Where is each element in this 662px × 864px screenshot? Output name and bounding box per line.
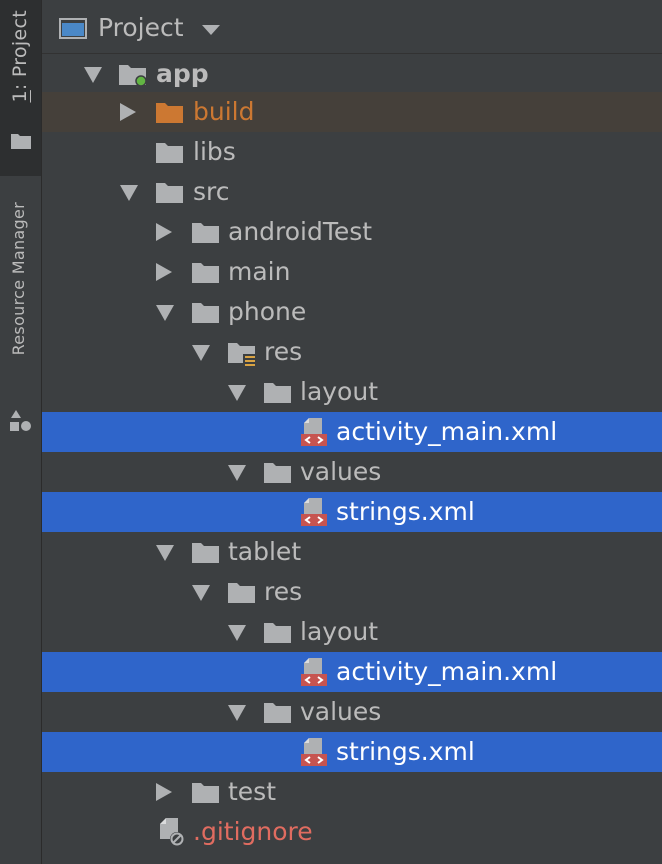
tree-row-phone-res[interactable]: res xyxy=(42,332,662,372)
tree-label-layout: layout xyxy=(300,617,379,646)
tree-row-app[interactable]: app xyxy=(42,54,662,94)
chevron-down-icon[interactable] xyxy=(202,25,220,35)
tree-label-main: main xyxy=(228,257,291,286)
tree-row-test[interactable]: test xyxy=(42,772,662,812)
collapse-arrow-icon[interactable] xyxy=(156,263,172,281)
folder-icon xyxy=(264,383,291,403)
expand-arrow-icon[interactable] xyxy=(192,345,210,361)
collapse-arrow-icon[interactable] xyxy=(120,103,136,121)
tree-row-main[interactable]: main xyxy=(42,252,662,292)
tree-label-gitignore: .gitignore xyxy=(193,817,313,846)
tree-row-src[interactable]: src xyxy=(42,172,662,212)
folder-icon xyxy=(264,463,291,483)
project-view-title: Project xyxy=(98,13,184,42)
expand-arrow-icon[interactable] xyxy=(228,465,246,481)
tree-label-file: activity_main.xml xyxy=(336,657,558,686)
tree-row-tablet-strings[interactable]: strings.xml xyxy=(42,732,662,772)
excluded-folder-icon xyxy=(156,103,183,123)
resource-manager-tab-label: Resource Manager xyxy=(9,202,28,356)
tree-label-tablet: tablet xyxy=(228,537,302,566)
project-tab-label: 1: Project xyxy=(9,10,31,103)
tree-row-tablet[interactable]: tablet xyxy=(42,532,662,572)
tree-label-values: values xyxy=(300,697,382,726)
project-view-icon xyxy=(59,18,87,39)
expand-arrow-icon[interactable] xyxy=(228,385,246,401)
folder-icon xyxy=(192,543,219,563)
tree-row-phone-strings[interactable]: strings.xml xyxy=(42,492,662,532)
tree-label-values: values xyxy=(300,457,382,486)
tree-label-file: activity_main.xml xyxy=(336,417,558,446)
resources-folder-icon xyxy=(228,343,256,368)
tree-label-file: strings.xml xyxy=(336,737,475,766)
tree-label-app: app xyxy=(156,59,209,88)
project-tool-tab[interactable]: 1: Project xyxy=(0,0,41,176)
tree-label-layout: layout xyxy=(300,377,379,406)
expand-arrow-icon[interactable] xyxy=(156,545,174,561)
xml-file-icon xyxy=(301,658,327,686)
xml-file-icon xyxy=(301,738,327,766)
expand-arrow-icon[interactable] xyxy=(228,705,246,721)
tree-row-phone-activity-main[interactable]: activity_main.xml xyxy=(42,412,662,452)
tree-row-libs[interactable]: libs xyxy=(42,132,662,172)
module-folder-icon xyxy=(119,65,147,87)
tree-label-build: build xyxy=(193,97,255,126)
xml-file-icon xyxy=(301,498,327,526)
folder-icon xyxy=(264,703,291,723)
tree-row-tablet-layout[interactable]: layout xyxy=(42,612,662,652)
folder-icon xyxy=(192,303,219,323)
tree-row-phone-layout[interactable]: layout xyxy=(42,372,662,412)
tree-row-phone-values[interactable]: values xyxy=(42,452,662,492)
tree-row-gitignore[interactable]: .gitignore xyxy=(42,812,662,852)
xml-file-icon xyxy=(301,418,327,446)
tree-row-phone[interactable]: phone xyxy=(42,292,662,332)
folder-icon xyxy=(156,143,183,163)
tree-row-tablet-res[interactable]: res xyxy=(42,572,662,612)
tree-row-tablet-activity-main[interactable]: activity_main.xml xyxy=(42,652,662,692)
folder-icon xyxy=(264,623,291,643)
folder-icon xyxy=(192,783,219,803)
tree-label-res: res xyxy=(264,577,303,606)
folder-icon xyxy=(192,223,219,243)
expand-arrow-icon[interactable] xyxy=(228,625,246,641)
tree-row-build[interactable]: build xyxy=(42,92,662,132)
folder-icon xyxy=(228,583,255,603)
tree-label-test: test xyxy=(228,777,277,806)
project-tree: app build libs src androidTest main phon… xyxy=(42,54,662,864)
tree-label-res: res xyxy=(264,337,303,366)
ignored-file-icon xyxy=(160,818,184,846)
expand-arrow-icon[interactable] xyxy=(156,305,174,321)
resource-manager-tool-tab[interactable]: Resource Manager xyxy=(0,192,41,442)
resource-shapes-icon xyxy=(10,410,31,431)
tree-row-tablet-values[interactable]: values xyxy=(42,692,662,732)
tree-label-androidtest: androidTest xyxy=(228,217,373,246)
expand-arrow-icon[interactable] xyxy=(192,585,210,601)
tree-label-file: strings.xml xyxy=(336,497,475,526)
tree-label-libs: libs xyxy=(193,137,236,166)
folder-icon xyxy=(11,134,31,149)
expand-arrow-icon[interactable] xyxy=(120,185,138,201)
folder-icon xyxy=(192,263,219,283)
collapse-arrow-icon[interactable] xyxy=(156,223,172,241)
folder-icon xyxy=(156,183,183,203)
collapse-arrow-icon[interactable] xyxy=(156,783,172,801)
tree-label-phone: phone xyxy=(228,297,307,326)
tool-window-strip: 1: Project Resource Manager xyxy=(0,0,42,864)
expand-arrow-icon[interactable] xyxy=(84,67,102,83)
tree-row-androidtest[interactable]: androidTest xyxy=(42,212,662,252)
project-view-header[interactable]: Project xyxy=(42,0,662,54)
tree-label-src: src xyxy=(193,177,230,206)
